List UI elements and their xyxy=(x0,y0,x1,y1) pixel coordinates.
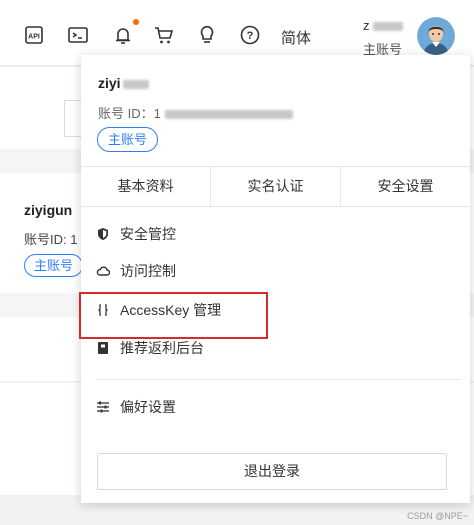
bell-icon[interactable] xyxy=(111,19,139,48)
background-username: ziyigun xyxy=(24,202,73,218)
redacted-account-id xyxy=(164,110,293,120)
redacted-name xyxy=(122,79,149,89)
redacted-name xyxy=(372,22,403,32)
language-switch[interactable]: 简体 xyxy=(281,27,311,48)
cloud-icon xyxy=(96,264,110,278)
menu-item-preferences[interactable]: 偏好设置 xyxy=(96,395,176,419)
background-role-tag: 主账号 xyxy=(24,254,84,277)
user-dropdown-panel: ziyi 账号 ID：1 主账号 基本资料 实名认证 安全设置 安全管控 访问控… xyxy=(81,55,470,503)
dropdown-account-id: 账号 ID：1 xyxy=(98,103,293,122)
api-icon[interactable]: API xyxy=(22,22,46,48)
user-short-name: z xyxy=(363,18,370,33)
menu-item-referral-rebate[interactable]: 推荐返利后台 xyxy=(96,336,204,360)
menu-item-label: 安全管控 xyxy=(120,226,176,242)
account-tabs: 基本资料 实名认证 安全设置 xyxy=(81,166,470,207)
dropdown-role-tag: 主账号 xyxy=(97,127,159,152)
user-menu-trigger[interactable]: z 主账号 xyxy=(363,18,403,58)
terminal-icon[interactable] xyxy=(66,22,90,48)
menu-item-label: 推荐返利后台 xyxy=(120,340,204,356)
dropdown-username: ziyi xyxy=(98,75,149,91)
tab-security-settings[interactable]: 安全设置 xyxy=(341,167,470,206)
shield-icon xyxy=(96,227,110,241)
reward-icon xyxy=(96,341,110,355)
menu-item-security-control[interactable]: 安全管控 xyxy=(96,222,176,246)
background-account-id: 账号ID: 1 xyxy=(24,232,78,247)
avatar[interactable] xyxy=(417,17,455,55)
menu-item-label: 访问控制 xyxy=(120,263,176,279)
cart-icon[interactable] xyxy=(152,22,176,48)
svg-text:API: API xyxy=(28,34,40,41)
menu-item-label: 偏好设置 xyxy=(120,399,176,415)
notification-dot xyxy=(133,19,139,25)
lightbulb-icon[interactable] xyxy=(195,22,219,48)
watermark: CSDN @NPE~ xyxy=(407,511,468,521)
highlight-box xyxy=(79,292,268,339)
help-icon[interactable]: ? xyxy=(238,22,262,48)
tab-basic-info[interactable]: 基本资料 xyxy=(81,167,211,206)
svg-text:?: ? xyxy=(247,30,254,42)
logout-button[interactable]: 退出登录 xyxy=(97,453,447,490)
sliders-icon xyxy=(96,400,110,414)
menu-separator xyxy=(97,379,460,380)
tab-real-name-auth[interactable]: 实名认证 xyxy=(211,167,341,206)
menu-item-access-control[interactable]: 访问控制 xyxy=(96,259,176,283)
